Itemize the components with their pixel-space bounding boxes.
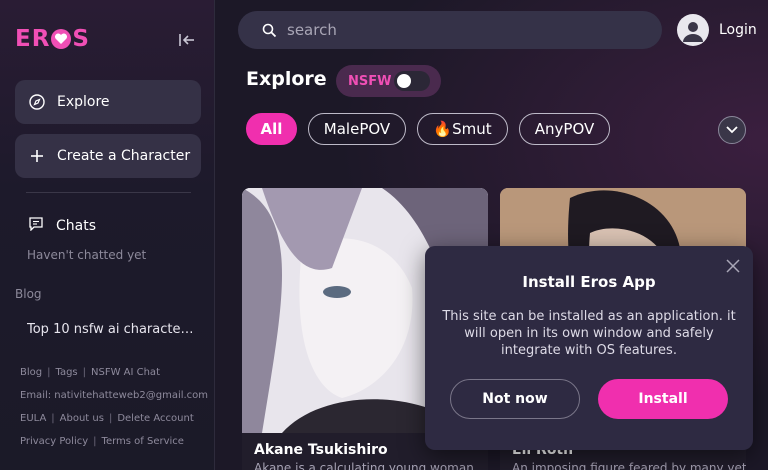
dialog-title: Install Eros App	[522, 273, 656, 291]
nav-explore-label: Explore	[57, 94, 110, 110]
footer-email: Email: nativitehatteweb2@gmail.com	[20, 390, 209, 401]
nav-create-label: Create a Character	[57, 148, 191, 164]
card-description: An imposing figure feared by many yet	[512, 461, 746, 470]
switch-knob	[397, 74, 411, 88]
chip-smut[interactable]: 🔥Smut	[417, 113, 508, 145]
footer-links-row4: Privacy Policy | Terms of Service	[20, 436, 184, 447]
footer-link-tags[interactable]: Tags	[55, 367, 77, 378]
footer-link-about[interactable]: About us	[60, 413, 104, 424]
nav-chats[interactable]: Chats	[28, 216, 96, 235]
dialog-body: This site can be installed as an applica…	[442, 309, 736, 358]
logo-text-right: S	[72, 26, 90, 52]
logo-text-left: ER	[15, 26, 51, 52]
search-bar[interactable]: search	[238, 11, 662, 49]
heart-icon	[51, 29, 72, 49]
login-button[interactable]: Login	[677, 14, 757, 46]
install-app-dialog: Install Eros App This site can be instal…	[425, 246, 753, 450]
nav-create-character[interactable]: Create a Character	[15, 134, 201, 178]
footer-links-row1: Blog | Tags | NSFW AI Chat	[20, 367, 160, 378]
chip-all[interactable]: All	[246, 113, 297, 145]
footer-link-nsfw-ai-chat[interactable]: NSFW AI Chat	[91, 367, 160, 378]
sidebar-divider	[26, 192, 191, 193]
sidebar: ER S Explore Create a Character Chats Ha…	[0, 0, 215, 470]
collapse-sidebar-icon[interactable]	[179, 32, 195, 46]
chip-anypov[interactable]: AnyPOV	[519, 113, 610, 145]
close-icon[interactable]	[725, 258, 741, 274]
footer-link-blog[interactable]: Blog	[20, 367, 42, 378]
avatar-icon	[677, 14, 709, 46]
nsfw-switch[interactable]	[394, 71, 430, 91]
chat-icon	[28, 216, 44, 235]
eros-logo[interactable]: ER S	[15, 26, 90, 52]
card-description: Akane is a calculating young woman	[254, 461, 474, 470]
search-input[interactable]: search	[287, 21, 337, 39]
explore-title: Explore	[246, 68, 327, 90]
login-label: Login	[719, 22, 757, 38]
footer-links-row3: EULA | About us | Delete Account	[20, 413, 194, 424]
install-button[interactable]: Install	[598, 379, 728, 419]
chip-malepov[interactable]: MalePOV	[308, 113, 406, 145]
nsfw-label: NSFW	[348, 73, 392, 89]
plus-icon	[28, 147, 46, 165]
search-icon	[262, 23, 277, 38]
card-name: Akane Tsukishiro	[254, 442, 388, 458]
footer-link-privacy[interactable]: Privacy Policy	[20, 436, 88, 447]
nav-explore[interactable]: Explore	[15, 80, 201, 124]
footer-link-delete-account[interactable]: Delete Account	[117, 413, 193, 424]
chats-label: Chats	[56, 217, 97, 234]
footer-link-terms[interactable]: Terms of Service	[102, 436, 184, 447]
not-now-button[interactable]: Not now	[450, 379, 580, 419]
blog-heading: Blog	[15, 287, 42, 301]
no-chats-text: Haven't chatted yet	[27, 248, 147, 262]
nsfw-toggle[interactable]: NSFW	[336, 65, 441, 97]
compass-icon	[28, 93, 46, 111]
blog-link[interactable]: Top 10 nsfw ai character websites	[27, 322, 197, 337]
footer-link-eula[interactable]: EULA	[20, 413, 46, 424]
chevron-down-icon[interactable]	[718, 116, 746, 144]
